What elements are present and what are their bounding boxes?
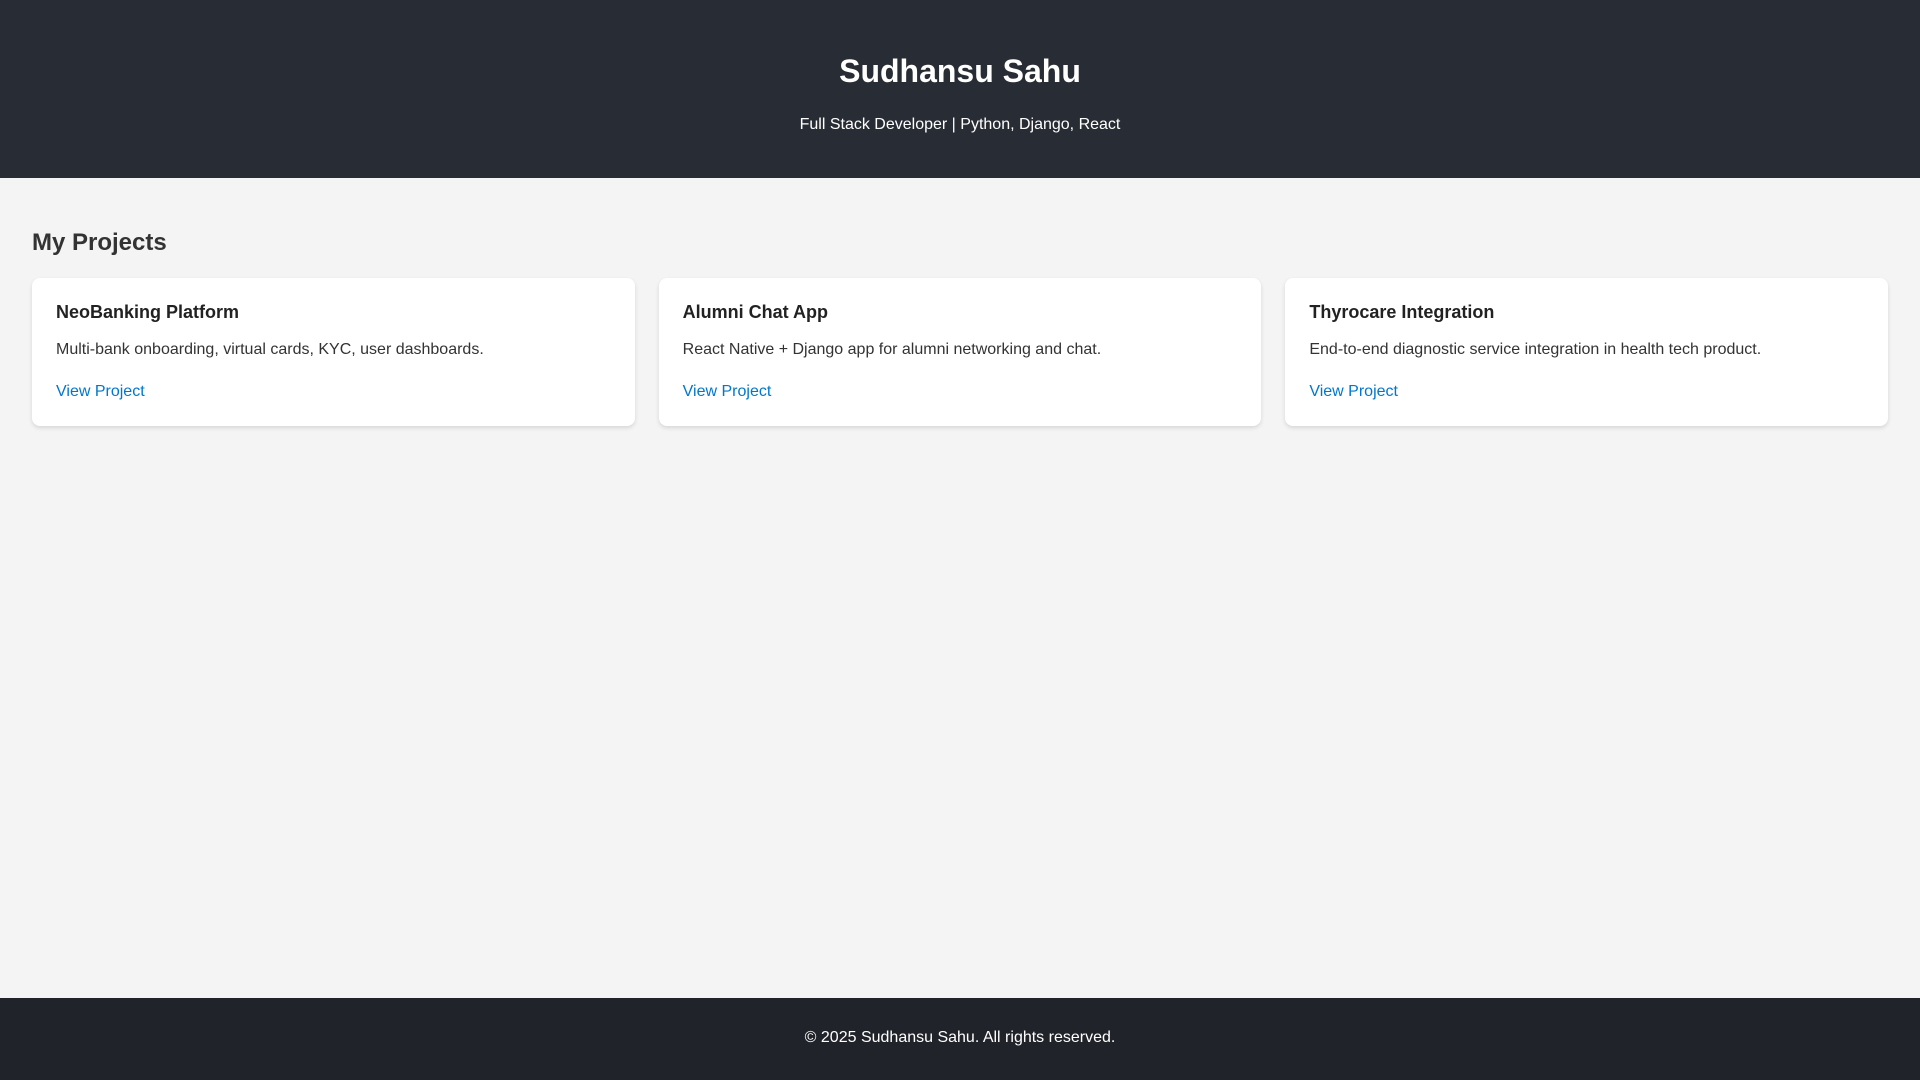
- project-description: End-to-end diagnostic service integratio…: [1309, 341, 1762, 358]
- footer-copyright: © 2025 Sudhansu Sahu. All rights reserve…: [804, 1029, 1116, 1046]
- view-project-link[interactable]: View Project: [1309, 382, 1398, 402]
- main-content: My Projects NeoBanking Platform Multi-ba…: [0, 178, 1920, 998]
- project-description: React Native + Django app for alumni net…: [682, 341, 1102, 358]
- site-header: Sudhansu Sahu Full Stack Developer | Pyt…: [0, 0, 1920, 178]
- project-title: Alumni Chat App: [682, 302, 828, 322]
- project-grid: NeoBanking Platform Multi-bank onboardin…: [32, 278, 1889, 426]
- project-title: Thyrocare Integration: [1309, 302, 1495, 322]
- view-project-link[interactable]: View Project: [683, 382, 772, 402]
- project-card-alumni-chat: Alumni Chat App React Native + Django ap…: [658, 278, 1262, 426]
- project-card-neobanking: NeoBanking Platform Multi-bank onboardin…: [32, 278, 635, 426]
- site-subtitle: Full Stack Developer | Python, Django, R…: [799, 116, 1121, 133]
- site-footer: © 2025 Sudhansu Sahu. All rights reserve…: [0, 998, 1920, 1080]
- project-title: NeoBanking Platform: [56, 302, 240, 322]
- project-card-thyrocare: Thyrocare Integration End-to-end diagnos…: [1285, 278, 1889, 426]
- projects-section-title: My Projects: [32, 229, 167, 256]
- page: Sudhansu Sahu Full Stack Developer | Pyt…: [0, 0, 1920, 1080]
- view-project-link[interactable]: View Project: [56, 382, 145, 402]
- project-description: Multi-bank onboarding, virtual cards, KY…: [56, 341, 484, 358]
- site-title: Sudhansu Sahu: [839, 53, 1081, 89]
